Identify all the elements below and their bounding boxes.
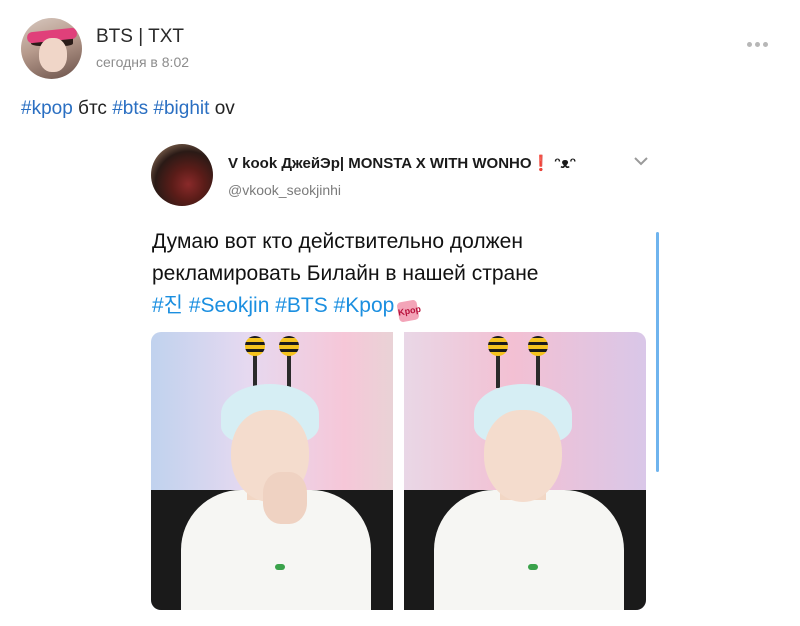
text-segment: бтс: [72, 98, 113, 119]
tweet-screenshot[interactable]: V kook ДжейЭр| MONSTA X WITH WONHO❗ ᵔᴥᵔ …: [140, 130, 670, 620]
tweet-handle: @vkook_seokjinhi: [228, 182, 342, 198]
post-header: BTS | TXT сегодня в 8:02: [0, 0, 800, 95]
tweet-line-1: Думаю вот кто действительно должен: [152, 230, 523, 253]
tweet-hashtags: #진 #Seokjin #BTS #Kpop Kpop: [152, 290, 652, 323]
tweet-line-2: рекламировать Билайн в нашей стране: [152, 262, 539, 285]
tweet-avatar: [151, 144, 213, 206]
tweet-hashtags-text: #진 #Seokjin #BTS #Kpop: [152, 294, 395, 317]
post-text: #kpop бтс #bts #bighit ov: [21, 98, 235, 120]
text-segment: ov: [209, 98, 235, 119]
hashtag-kpop[interactable]: #kpop: [21, 98, 73, 119]
tweet-photo-right: [404, 332, 646, 610]
kpop-badge-icon: Kpop: [396, 299, 422, 323]
tweet-scrollbar: [656, 232, 659, 472]
hashtag-bts[interactable]: #bts: [112, 98, 148, 119]
tweet-author-name: V kook ДжейЭр| MONSTA X WITH WONHO❗ ᵔᴥᵔ: [228, 155, 576, 172]
tweet-body: Думаю вот кто действительно должен рекла…: [152, 226, 652, 323]
hashtag-bighit[interactable]: #bighit: [153, 98, 209, 119]
more-dots-icon[interactable]: [747, 34, 773, 47]
author-name[interactable]: BTS | TXT: [96, 26, 184, 48]
post-time[interactable]: сегодня в 8:02: [96, 54, 189, 70]
chevron-down-icon: [634, 157, 648, 166]
author-avatar[interactable]: [21, 18, 82, 79]
tweet-photo-left: [151, 332, 393, 610]
